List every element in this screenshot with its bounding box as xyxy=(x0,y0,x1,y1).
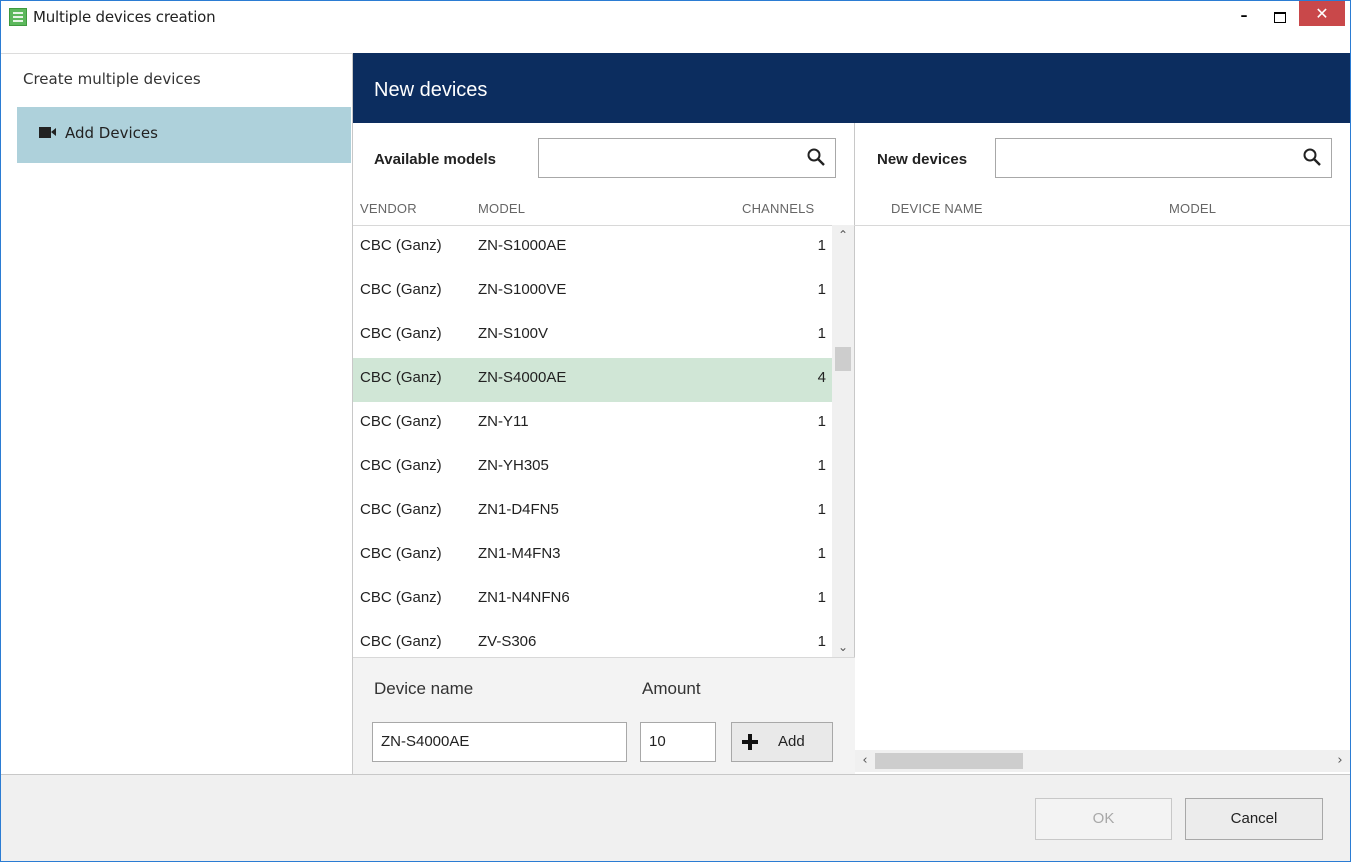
cell-channels: 4 xyxy=(817,369,826,386)
cell-channels: 1 xyxy=(817,413,826,430)
cell-model: ZV-S306 xyxy=(478,633,537,650)
table-row-selected[interactable]: CBC (Ganz) ZN-S4000AE 4 xyxy=(353,358,832,402)
scroll-up-icon[interactable]: ⌃ xyxy=(832,225,854,245)
cell-model: ZN-S4000AE xyxy=(478,369,567,386)
amount-label: Amount xyxy=(642,679,701,698)
cell-vendor: CBC (Ganz) xyxy=(360,457,442,474)
cell-model: ZN-Y11 xyxy=(478,413,529,430)
device-name-label: Device name xyxy=(374,679,474,698)
new-devices-label: New devices xyxy=(877,151,968,168)
cell-model: ZN1-D4FN5 xyxy=(478,501,559,518)
new-devices-panel: New devices DEVICE NAME MODEL ‹ › xyxy=(855,123,1350,774)
cell-channels: 1 xyxy=(817,589,826,606)
cell-vendor: CBC (Ganz) xyxy=(360,589,442,606)
sidebar-item-add-devices[interactable]: Add Devices xyxy=(17,107,351,163)
add-button[interactable]: Add xyxy=(731,722,833,762)
available-models-label: Available models xyxy=(374,151,496,168)
page-title: New devices xyxy=(374,79,488,101)
column-header-vendor[interactable]: VENDOR xyxy=(360,201,417,216)
app-icon xyxy=(9,8,27,26)
window-title: Multiple devices creation xyxy=(33,8,216,26)
minimize-button[interactable]: – xyxy=(1229,4,1259,28)
sidebar-header: Create multiple devices xyxy=(23,70,201,88)
table-row[interactable]: CBC (Ganz) ZN-S1000VE 1 xyxy=(353,270,832,314)
cell-model: ZN-YH305 xyxy=(478,457,549,474)
search-icon xyxy=(807,148,825,166)
cell-vendor: CBC (Ganz) xyxy=(360,369,442,386)
table-row[interactable]: CBC (Ganz) ZV-S306 1 xyxy=(353,622,832,657)
scroll-down-icon[interactable]: ⌄ xyxy=(832,637,854,657)
table-row[interactable]: CBC (Ganz) ZN1-N4NFN6 1 xyxy=(353,578,832,622)
dialog-footer: OK Cancel xyxy=(1,774,1350,861)
cell-model: ZN-S1000VE xyxy=(478,281,567,298)
cell-model: ZN1-N4NFN6 xyxy=(478,589,570,606)
cell-vendor: CBC (Ganz) xyxy=(360,237,442,254)
cell-vendor: CBC (Ganz) xyxy=(360,501,442,518)
scrollbar-thumb[interactable] xyxy=(835,347,851,371)
add-device-form: Device name Amount ZN-S4000AE 10 Add xyxy=(353,657,855,774)
cell-channels: 1 xyxy=(817,237,826,254)
dialog-window: Multiple devices creation – ✕ Create mul… xyxy=(0,0,1351,862)
add-button-label: Add xyxy=(778,733,805,750)
cell-channels: 1 xyxy=(817,457,826,474)
ok-button[interactable]: OK xyxy=(1035,798,1172,840)
cell-model: ZN1-M4FN3 xyxy=(478,545,561,562)
cell-vendor: CBC (Ganz) xyxy=(360,413,442,430)
column-header-device-name[interactable]: DEVICE NAME xyxy=(891,201,983,216)
horizontal-scrollbar[interactable]: ‹ › xyxy=(855,750,1350,772)
available-models-panel: Available models VENDOR MODEL CHANNELS C… xyxy=(353,123,855,774)
table-row[interactable]: CBC (Ganz) ZN1-D4FN5 1 xyxy=(353,490,832,534)
available-models-search-input[interactable] xyxy=(538,138,836,178)
cell-channels: 1 xyxy=(817,633,826,650)
scroll-left-icon[interactable]: ‹ xyxy=(855,750,875,772)
scrollbar-thumb[interactable] xyxy=(875,753,1023,769)
title-bar: Multiple devices creation – ✕ xyxy=(1,1,1350,33)
table-row[interactable]: CBC (Ganz) ZN-S100V 1 xyxy=(353,314,832,358)
page-header: New devices xyxy=(353,53,1350,123)
column-header-channels[interactable]: CHANNELS xyxy=(742,201,814,216)
column-header-model[interactable]: MODEL xyxy=(1169,201,1216,216)
new-devices-search-input[interactable] xyxy=(995,138,1332,178)
close-button[interactable]: ✕ xyxy=(1299,1,1345,26)
maximize-button[interactable] xyxy=(1264,4,1294,28)
sidebar: Create multiple devices Add Devices xyxy=(1,53,353,774)
plus-icon xyxy=(742,734,758,750)
cell-channels: 1 xyxy=(817,501,826,518)
cell-vendor: CBC (Ganz) xyxy=(360,633,442,650)
scroll-right-icon[interactable]: › xyxy=(1330,750,1350,772)
cell-vendor: CBC (Ganz) xyxy=(360,545,442,562)
cell-vendor: CBC (Ganz) xyxy=(360,281,442,298)
device-name-field[interactable]: ZN-S4000AE xyxy=(372,722,627,762)
cancel-button[interactable]: Cancel xyxy=(1185,798,1323,840)
table-row[interactable]: CBC (Ganz) ZN-Y11 1 xyxy=(353,402,832,446)
cell-channels: 1 xyxy=(817,325,826,342)
table-row[interactable]: CBC (Ganz) ZN-YH305 1 xyxy=(353,446,832,490)
cell-vendor: CBC (Ganz) xyxy=(360,325,442,342)
table-row[interactable]: CBC (Ganz) ZN-S1000AE 1 xyxy=(353,226,832,270)
vertical-scrollbar[interactable]: ⌃ ⌄ xyxy=(832,225,854,657)
cell-channels: 1 xyxy=(817,545,826,562)
sidebar-item-label: Add Devices xyxy=(65,124,158,142)
cell-model: ZN-S100V xyxy=(478,325,549,342)
table-row[interactable]: CBC (Ganz) ZN1-M4FN3 1 xyxy=(353,534,832,578)
amount-field[interactable]: 10 xyxy=(640,722,716,762)
new-devices-list xyxy=(855,225,1350,745)
column-header-model[interactable]: MODEL xyxy=(478,201,525,216)
camera-icon xyxy=(39,127,56,138)
search-icon xyxy=(1303,148,1321,166)
cell-model: ZN-S1000AE xyxy=(478,237,567,254)
available-models-list: CBC (Ganz) ZN-S1000AE 1 CBC (Ganz) ZN-S1… xyxy=(353,225,855,657)
cell-channels: 1 xyxy=(817,281,826,298)
